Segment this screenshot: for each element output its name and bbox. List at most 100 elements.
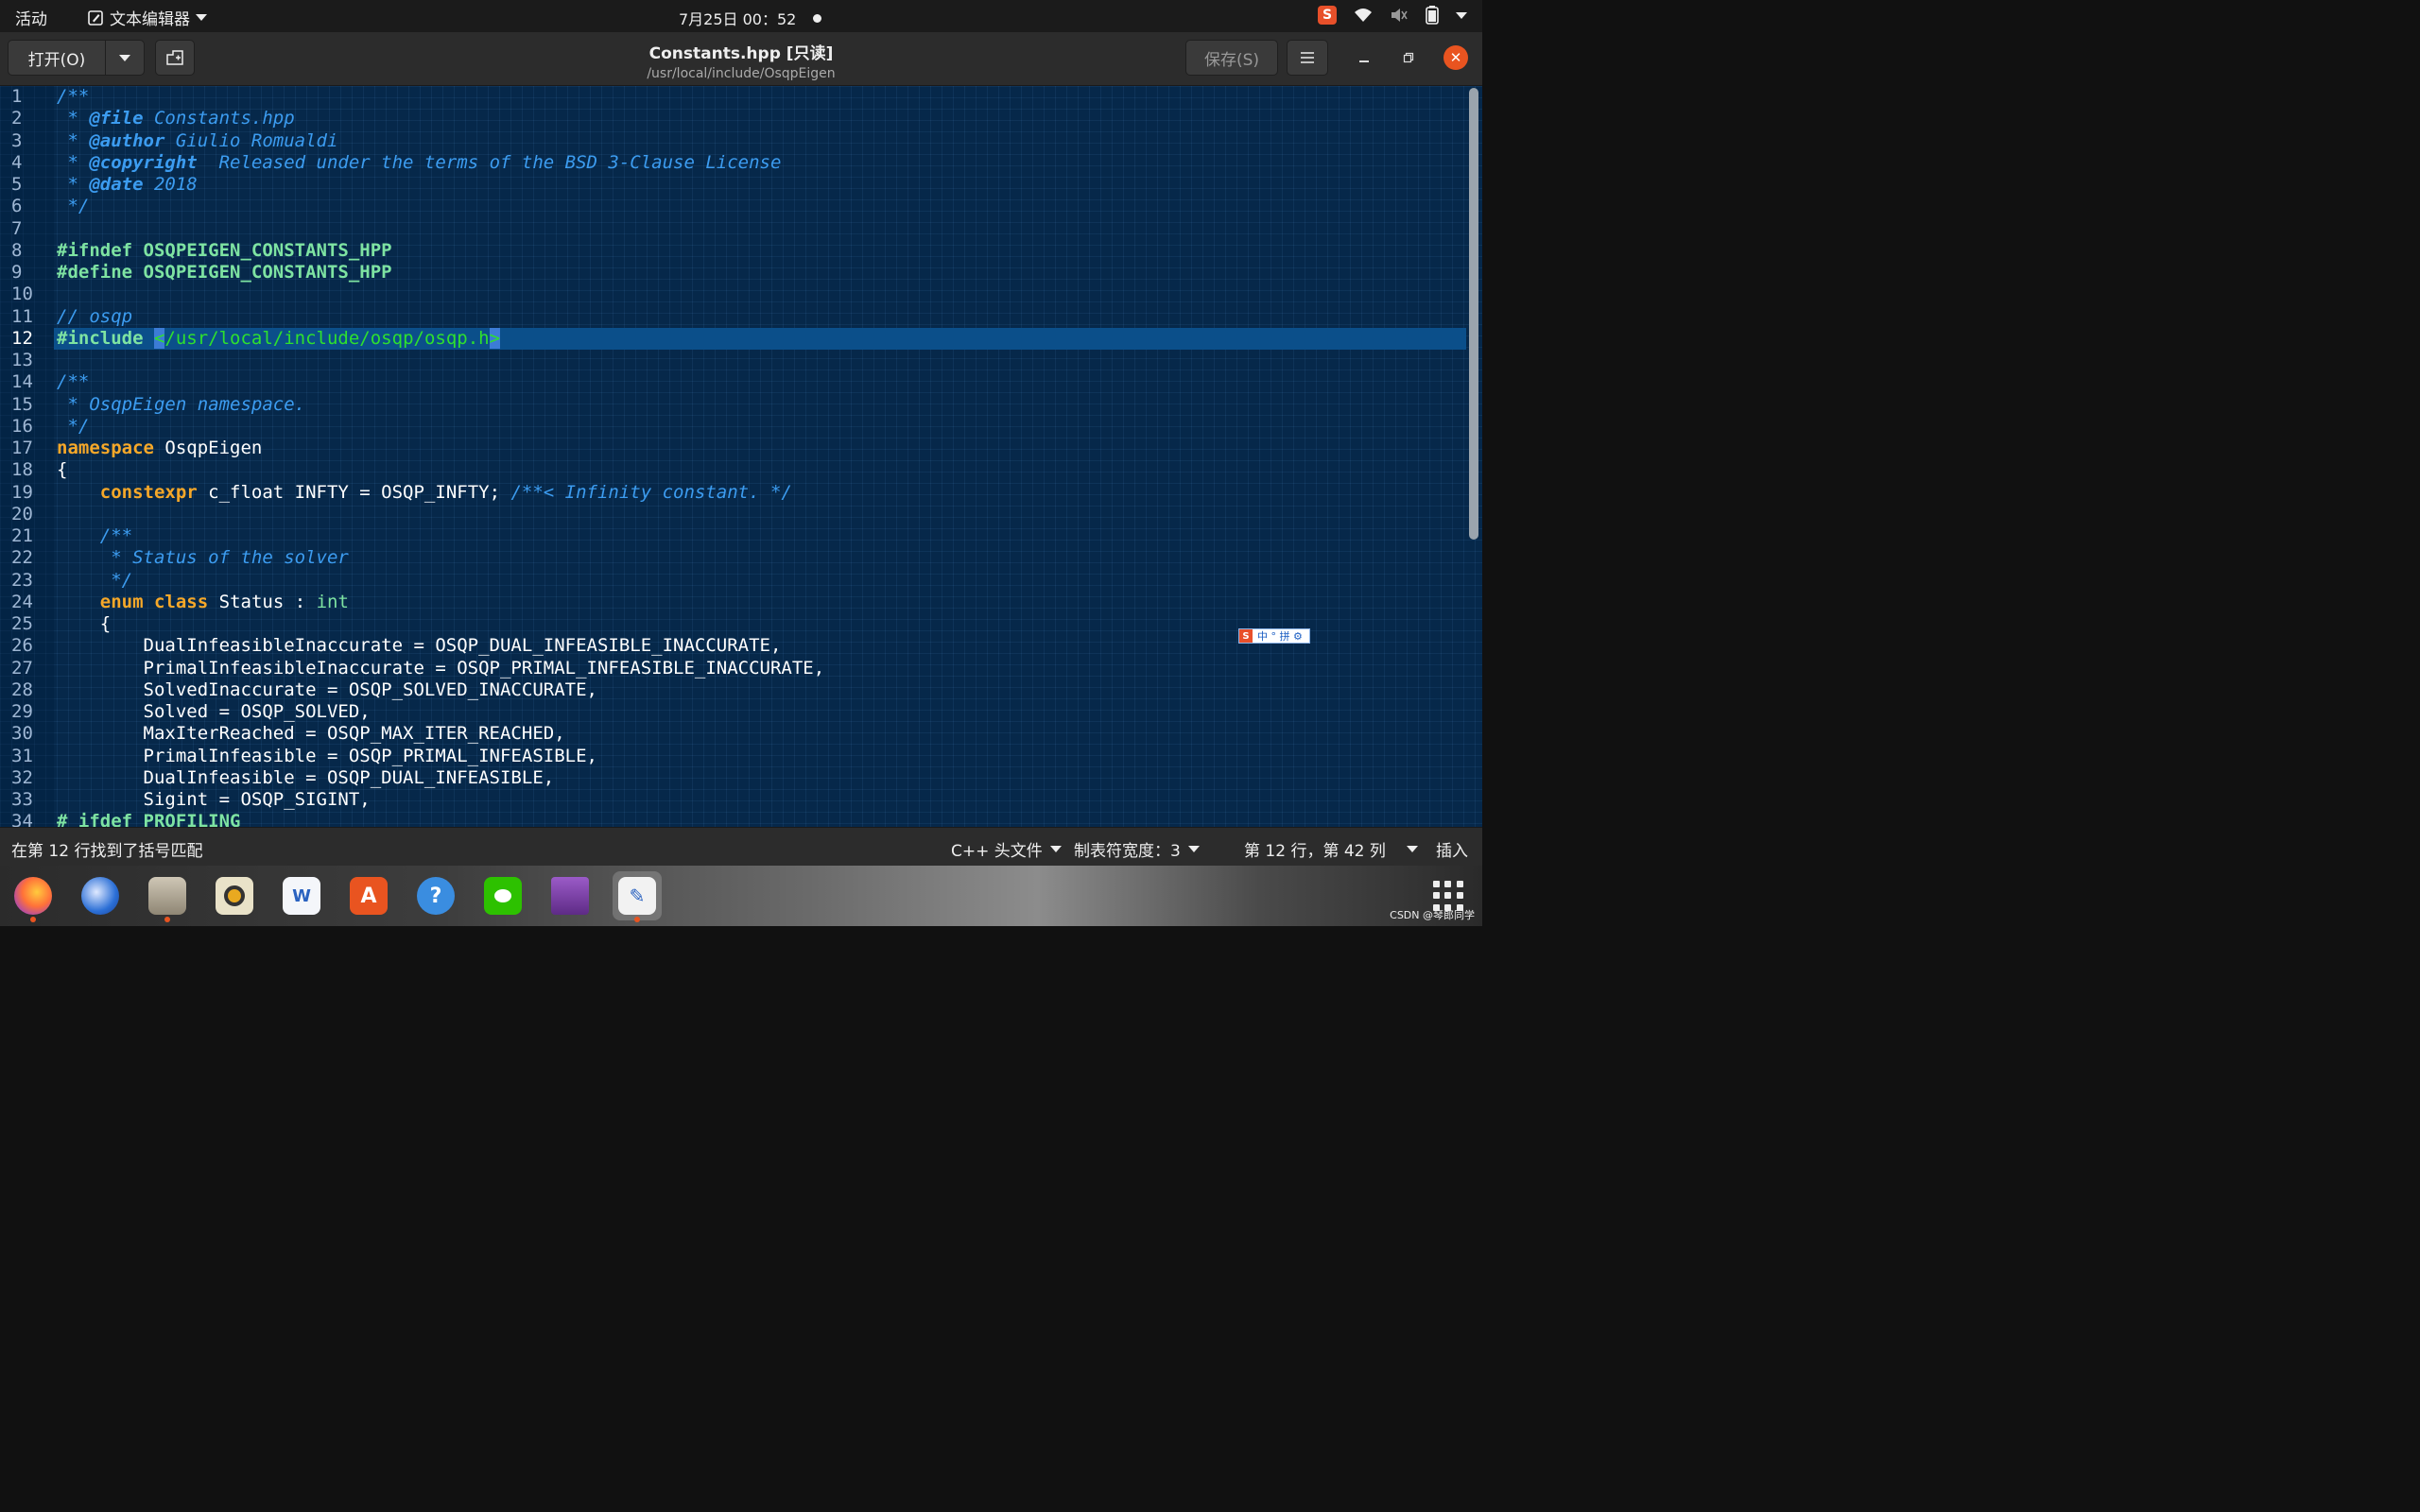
cursor-position-selector[interactable]: 第 12 行，第 42 列 [1244, 837, 1418, 861]
line-number: 8 [11, 239, 23, 261]
battery-icon [1426, 6, 1439, 25]
rhythmbox-icon [216, 877, 253, 915]
code-editor[interactable]: 1 2 3 4 5 6 7 8 9 10 11 12 13 14 15 16 17 18 19 20 21 22 23 24 2… [0, 86, 1482, 827]
activities-button[interactable]: 活动 [15, 6, 47, 29]
code-line[interactable]: # ifdef PROFILING [57, 811, 240, 827]
dock-help[interactable]: ? [411, 871, 460, 920]
line-number: 25 [11, 613, 33, 634]
ime-toolbar[interactable]: S 中 ° 拼 ⚙ [1238, 628, 1310, 644]
dock-files[interactable] [143, 871, 192, 922]
code-token: * [57, 151, 90, 173]
code-line[interactable]: // osqp [57, 306, 132, 328]
line-number: 31 [11, 745, 33, 766]
sogou-input-icon[interactable]: S [1239, 629, 1253, 643]
line-number: 16 [11, 415, 33, 437]
dock-text-editor[interactable]: ✎ [613, 871, 662, 922]
code-line[interactable]: /** [57, 525, 132, 547]
close-button[interactable]: ✕ [1443, 45, 1468, 70]
dock-software-center[interactable]: A [344, 871, 393, 920]
watermark: CSDN @琴郎同学 [1390, 909, 1475, 921]
clock[interactable]: 7月25日 00：52 [679, 7, 822, 29]
wechat-icon [484, 877, 522, 915]
code-line[interactable]: */ [57, 196, 89, 217]
code-token: int [316, 591, 349, 612]
line-number: 26 [11, 635, 33, 657]
insert-mode-indicator[interactable]: 插入 [1436, 837, 1468, 861]
system-tray[interactable]: S [1318, 6, 1467, 25]
open-button[interactable]: 打开(O) [8, 40, 106, 76]
code-token: namespace [57, 438, 154, 458]
code-line[interactable]: SolvedInaccurate = OSQP_SOLVED_INACCURAT… [57, 679, 597, 701]
open-menu-button[interactable] [105, 40, 145, 76]
code-line[interactable]: constexpr c_float INFTY = OSQP_INFTY; /*… [57, 482, 792, 504]
line-number: 12 [11, 327, 33, 349]
dock-libreoffice-writer[interactable]: W [277, 871, 326, 920]
code-line[interactable]: { [57, 459, 67, 481]
line-number: 18 [11, 459, 33, 481]
code-line[interactable]: * Status of the solver [57, 547, 349, 569]
volume-muted-icon [1392, 9, 1408, 22]
code-token: constexpr [99, 481, 198, 503]
code-line[interactable]: Sigint = OSQP_SIGINT, [57, 789, 371, 811]
line-number: 23 [11, 569, 33, 591]
code-line-current[interactable]: #include </usr/local/include/osqp/osqp.h… [57, 327, 501, 350]
code-line[interactable]: */ [57, 570, 132, 592]
dock-rhythmbox[interactable] [210, 871, 259, 920]
line-number: 11 [11, 305, 33, 327]
code-line[interactable]: * @file Constants.hpp [57, 108, 294, 129]
line-number: 9 [11, 262, 23, 283]
firefox-icon [14, 877, 52, 915]
clock-label: 7月25日 00：52 [679, 10, 797, 28]
code-line[interactable]: */ [57, 416, 89, 438]
code-line[interactable]: * OsqpEigen namespace. [57, 394, 305, 416]
code-line[interactable]: PrimalInfeasible = OSQP_PRIMAL_INFEASIBL… [57, 746, 597, 767]
status-message: 在第 12 行找到了括号匹配 [11, 842, 203, 861]
minimize-button[interactable] [1352, 45, 1376, 70]
line-number: 1 [11, 86, 23, 107]
code-token: @author [89, 129, 165, 151]
code-line[interactable]: #ifndef OSQPEIGEN_CONSTANTS_HPP [57, 240, 392, 262]
line-number: 21 [11, 525, 33, 546]
language-selector[interactable]: C++ 头文件 [951, 837, 1062, 861]
code-line[interactable]: Solved = OSQP_SOLVED, [57, 701, 371, 723]
line-number: 6 [11, 196, 23, 217]
main-menu-button[interactable] [1287, 40, 1328, 76]
code-line[interactable]: { [57, 613, 111, 635]
sogou-input-icon[interactable]: S [1318, 6, 1337, 25]
hamburger-icon [1301, 52, 1314, 63]
code-token: Giulio Romualdi [164, 129, 338, 151]
code-token: @copyright [89, 151, 198, 173]
line-number: 4 [11, 151, 23, 173]
maximize-button[interactable] [1396, 45, 1421, 70]
system-menu-chevron-icon[interactable] [1456, 11, 1467, 19]
tab-width-selector[interactable]: 制表符宽度：3 [1074, 837, 1200, 861]
software-center-icon: A [350, 877, 388, 915]
code-line[interactable]: namespace OsqpEigen [57, 438, 262, 459]
code-line[interactable]: * @date 2018 [57, 174, 197, 196]
cursor-position-label: 第 12 行，第 42 列 [1244, 842, 1386, 861]
status-bar: 在第 12 行找到了括号匹配 C++ 头文件 制表符宽度：3 第 12 行，第 … [0, 827, 1482, 866]
code-line[interactable]: DualInfeasibleInaccurate = OSQP_DUAL_INF… [57, 635, 782, 657]
vertical-scrollbar[interactable] [1469, 88, 1478, 540]
code-line[interactable]: #define OSQPEIGEN_CONSTANTS_HPP [57, 262, 392, 284]
code-line[interactable]: /** [57, 371, 89, 393]
code-line[interactable]: PrimalInfeasibleInaccurate = OSQP_PRIMAL… [57, 658, 825, 679]
dock-thunderbird[interactable] [76, 871, 125, 920]
text-editor-icon [88, 9, 103, 26]
dock-wechat[interactable] [478, 871, 527, 920]
dock-firefox[interactable] [9, 871, 58, 922]
code-line[interactable]: enum class Status : int [57, 592, 349, 613]
new-tab-button[interactable] [155, 40, 195, 76]
code-line[interactable]: * @author Giulio Romualdi [57, 130, 337, 152]
language-label: C++ 头文件 [951, 842, 1043, 861]
code-token: enum [99, 591, 144, 612]
line-number: 5 [11, 174, 23, 195]
code-line[interactable]: * @copyright Released under the terms of… [57, 152, 781, 174]
save-button[interactable]: 保存(S) [1185, 40, 1278, 76]
code-line[interactable]: /** [57, 86, 89, 108]
dock-video[interactable] [545, 871, 595, 920]
code-line[interactable]: DualInfeasible = OSQP_DUAL_INFEASIBLE, [57, 767, 555, 789]
minimize-icon [1359, 60, 1369, 62]
app-menu[interactable]: 文本编辑器 [87, 6, 207, 29]
code-line[interactable]: MaxIterReached = OSQP_MAX_ITER_REACHED, [57, 723, 565, 745]
